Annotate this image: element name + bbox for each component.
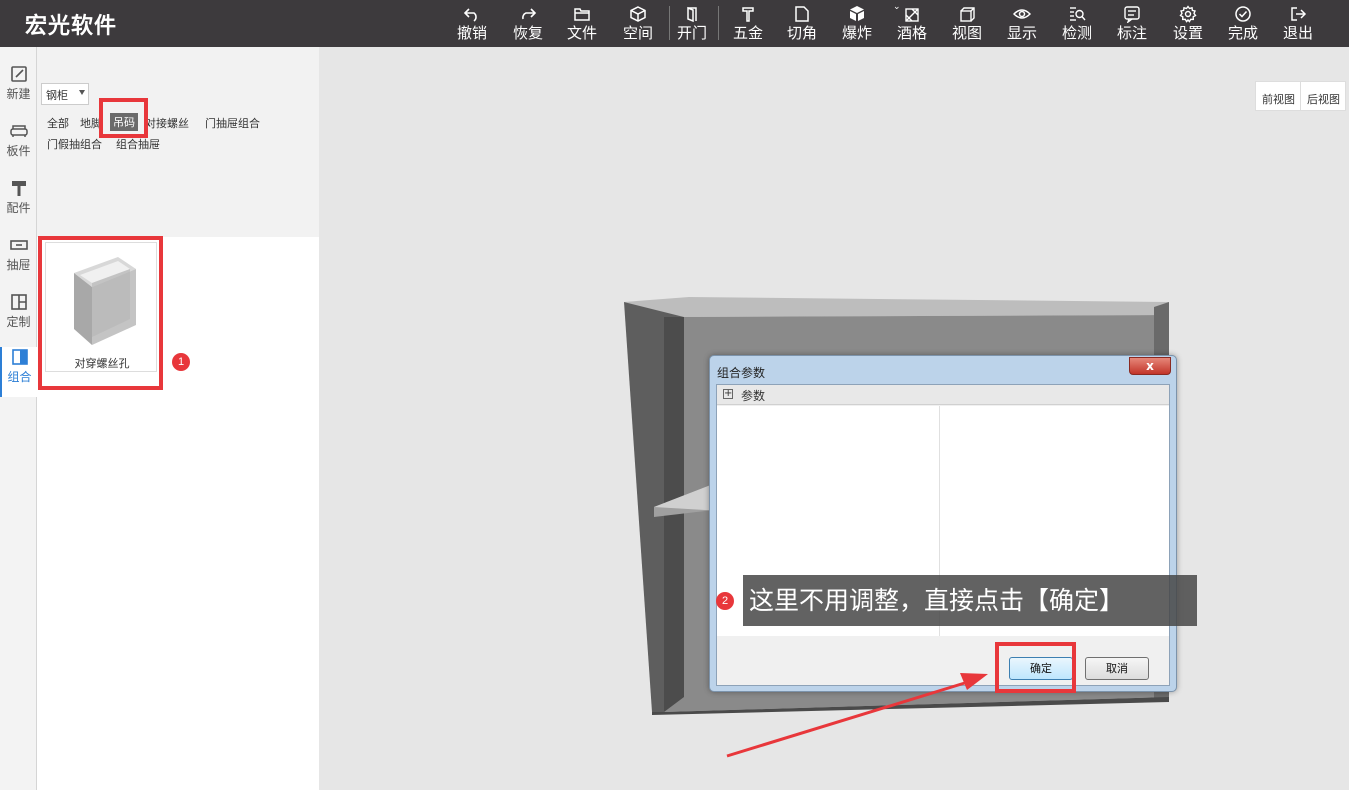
detect-button[interactable]: 检测: [1051, 3, 1103, 45]
dialog-body: + 参数 确定 取消: [716, 384, 1170, 686]
expand-plus-icon[interactable]: +: [723, 389, 733, 399]
param-group-header[interactable]: + 参数: [717, 385, 1169, 405]
library-select[interactable]: 钢柜: [41, 83, 89, 105]
annotate-icon: [1124, 6, 1140, 23]
sidebar-item-drawer[interactable]: 抽屉: [0, 235, 37, 285]
detect-icon: [1070, 7, 1086, 21]
app-title: 宏光软件: [25, 14, 118, 39]
cut-corner-button[interactable]: 切角: [776, 3, 828, 45]
redo-icon: [522, 8, 537, 20]
instruction-callout: 这里不用调整，直接点击【确定】: [743, 575, 1197, 626]
undo-icon: [463, 8, 477, 22]
combo-icon: [11, 349, 28, 365]
exit-button[interactable]: 退出: [1272, 3, 1324, 45]
top-toolbar: 宏光软件 撤销 恢复 文件 空间 开门 五金 切角 爆炸 ⌄ 酒格 视图 显示 …: [0, 0, 1349, 47]
custom-icon: [10, 294, 27, 310]
category-combo-drawer[interactable]: 组合抽屉: [116, 136, 160, 152]
view-icon: [960, 7, 975, 22]
library-item-label: 对穿螺丝孔: [74, 357, 130, 370]
chevron-down-icon: [79, 90, 85, 95]
library-item-card[interactable]: 对穿螺丝孔: [45, 242, 157, 372]
category-butt-screw[interactable]: 对接螺丝: [145, 115, 189, 131]
step-badge-2: 2: [716, 592, 734, 610]
category-all[interactable]: 全部: [47, 115, 69, 131]
left-nav: 新建 板件 配件 抽屉 定制 组合: [0, 47, 37, 790]
exit-icon: [1291, 7, 1307, 21]
category-hanger[interactable]: 吊码: [110, 113, 138, 131]
cube-icon: [630, 6, 646, 22]
sidebar-item-combo[interactable]: 组合: [0, 347, 37, 397]
space-button[interactable]: 空间: [612, 3, 664, 45]
category-door-drawer-combo[interactable]: 门抽屉组合: [205, 115, 260, 131]
view-switch: 前视图 后视图: [1255, 81, 1346, 111]
cut-corner-icon: [795, 6, 809, 22]
dialog-title: 组合参数: [717, 366, 766, 380]
hardware-icon: [742, 7, 754, 22]
explode-icon: [850, 6, 864, 21]
step-badge-1: 1: [172, 353, 190, 371]
back-view-button[interactable]: 后视图: [1301, 82, 1345, 110]
redo-button[interactable]: 恢复: [502, 3, 554, 45]
settings-button[interactable]: 设置: [1162, 3, 1214, 45]
category-door-fake-drawer-combo[interactable]: 门假抽组合: [47, 136, 102, 152]
open-door-button[interactable]: 开门: [666, 3, 718, 45]
door-icon: [687, 6, 697, 23]
explode-button[interactable]: 爆炸: [831, 3, 883, 45]
cancel-button[interactable]: 取消: [1085, 657, 1149, 680]
sidebar-item-accessory[interactable]: 配件: [0, 178, 37, 228]
view-button[interactable]: 视图: [941, 3, 993, 45]
sidebar-item-board[interactable]: 板件: [0, 121, 37, 171]
edit-icon: [10, 66, 27, 82]
folder-icon: [574, 8, 590, 21]
category-foot[interactable]: 地脚: [80, 115, 102, 131]
sidebar-item-new[interactable]: 新建: [0, 64, 37, 114]
box-thumbnail-icon: [74, 257, 136, 345]
ok-button[interactable]: 确定: [1009, 657, 1073, 680]
drawer-icon: [9, 240, 28, 250]
display-button[interactable]: 显示: [996, 3, 1048, 45]
complete-button[interactable]: 完成: [1217, 3, 1269, 45]
undo-button[interactable]: 撤销: [446, 3, 498, 45]
dialog-close-button[interactable]: x: [1129, 357, 1171, 375]
combo-params-dialog: 组合参数 x + 参数 确定 取消: [709, 355, 1177, 692]
check-icon: [1235, 6, 1251, 22]
toolbar-divider: [718, 6, 719, 40]
annotate-button[interactable]: 标注: [1106, 3, 1158, 45]
sidebar-item-custom[interactable]: 定制: [0, 292, 37, 342]
gear-icon: [1179, 5, 1197, 23]
eye-icon: [1013, 9, 1031, 19]
hammer-icon: [11, 181, 26, 196]
front-view-button[interactable]: 前视图: [1256, 82, 1301, 110]
sofa-icon: [9, 125, 28, 137]
library-panel: 钢柜 全部 地脚 吊码 对接螺丝 门抽屉组合 门假抽组合 组合抽屉 对穿螺丝孔: [37, 47, 319, 790]
wine-grid-icon: [905, 8, 919, 22]
wine-grid-button[interactable]: 酒格: [886, 3, 938, 45]
hardware-button[interactable]: 五金: [722, 3, 774, 45]
library-filter-area: 钢柜 全部 地脚 吊码 对接螺丝 门抽屉组合 门假抽组合 组合抽屉: [37, 47, 319, 237]
file-button[interactable]: 文件: [556, 3, 608, 45]
